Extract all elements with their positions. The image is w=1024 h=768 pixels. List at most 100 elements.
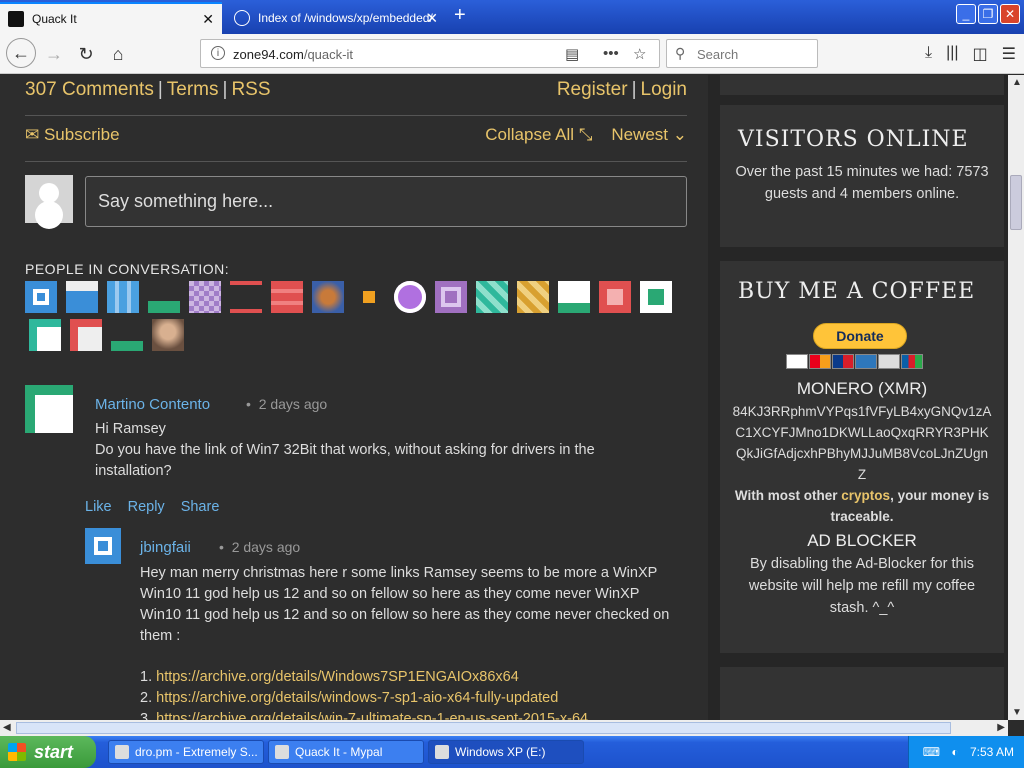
clock[interactable]: 7:53 AM: [970, 745, 1014, 759]
person-avatar[interactable]: [640, 281, 672, 313]
page-actions-icon[interactable]: •••: [603, 45, 619, 62]
comment-line: Do you have the link of Win7 32Bit that …: [95, 442, 595, 479]
horizontal-scrollbar[interactable]: ◀ ▶: [0, 720, 1008, 736]
archive-link[interactable]: https://archive.org/details/win-7-ultima…: [156, 711, 588, 720]
volume-icon[interactable]: ◐: [951, 745, 958, 759]
monero-address[interactable]: 84KJ3RRphmVYPqs1fVFyLB4xyGNQv1zAC1XCYFJM…: [732, 401, 992, 485]
register-link[interactable]: Register: [557, 79, 628, 100]
comment-placeholder: Say something here...: [98, 191, 274, 211]
close-window-icon[interactable]: ✕: [1000, 4, 1020, 24]
person-avatar[interactable]: [107, 281, 139, 313]
taskbar-item[interactable]: dro.pm - Extremely S...: [108, 740, 264, 764]
download-icon[interactable]: ⤓: [925, 44, 932, 64]
reply-button[interactable]: Reply: [128, 499, 165, 515]
person-avatar[interactable]: [394, 281, 426, 313]
scroll-thumb[interactable]: [16, 722, 951, 734]
new-tab-icon[interactable]: +: [454, 4, 466, 27]
minimize-icon[interactable]: _: [956, 4, 976, 24]
person-avatar[interactable]: [66, 281, 98, 313]
subscribe-button[interactable]: ✉ Subscribe: [25, 125, 120, 145]
person-avatar[interactable]: [353, 281, 385, 313]
person-avatar[interactable]: [271, 281, 303, 313]
search-placeholder: Search: [697, 47, 739, 62]
taskbar-item[interactable]: Quack It - Mypal: [268, 740, 424, 764]
collapse-all-button[interactable]: Collapse All ⤡: [485, 125, 592, 144]
person-avatar[interactable]: [476, 281, 508, 313]
like-button[interactable]: Like: [85, 499, 112, 515]
link-item: 1. https://archive.org/details/Windows7S…: [140, 667, 700, 688]
jcb-icon: [901, 354, 923, 369]
person-avatar[interactable]: [517, 281, 549, 313]
keyboard-icon[interactable]: ⌨: [923, 745, 940, 759]
person-avatar[interactable]: [435, 281, 467, 313]
url-bar[interactable]: i zone94.com/quack-it ▤ ••• ☆: [200, 39, 660, 68]
person-avatar[interactable]: [111, 319, 143, 351]
comment-time[interactable]: • 2 days ago: [246, 396, 327, 412]
person-avatar[interactable]: [599, 281, 631, 313]
close-tab-icon[interactable]: ✕: [426, 10, 438, 27]
login-link[interactable]: Login: [641, 79, 688, 100]
cryptos-link[interactable]: cryptos: [841, 488, 890, 503]
comment-author[interactable]: Martino Contento: [95, 396, 210, 413]
close-tab-icon[interactable]: ✕: [202, 11, 214, 28]
home-icon[interactable]: ⌂: [106, 42, 130, 66]
sort-dropdown[interactable]: Newest ⌄: [611, 125, 687, 144]
user-avatar: [25, 175, 73, 223]
tab-title: Index of /windows/xp/embedded/: [258, 11, 433, 25]
forward-icon[interactable]: →: [42, 42, 66, 66]
adblock-title: AD BLOCKER: [807, 531, 917, 550]
sort-label: Newest: [611, 125, 669, 144]
archive-link[interactable]: https://archive.org/details/windows-7-sp…: [156, 690, 558, 706]
sidebar-icon[interactable]: ◫: [973, 44, 988, 64]
reload-icon[interactable]: ↻: [74, 42, 98, 66]
donate-button[interactable]: Donate: [813, 323, 907, 349]
person-avatar[interactable]: [70, 319, 102, 351]
library-icon[interactable]: |||: [946, 44, 958, 64]
reader-view-icon[interactable]: ▤: [565, 45, 579, 63]
url-host: zone94.com: [233, 47, 304, 62]
monero-title: MONERO (XMR): [796, 379, 928, 398]
person-avatar[interactable]: [189, 281, 221, 313]
taskbar-item[interactable]: Windows XP (E:): [428, 740, 584, 764]
person-avatar[interactable]: [25, 281, 57, 313]
quack-favicon-icon: [8, 11, 24, 27]
comment-time-text: 2 days ago: [258, 396, 328, 412]
comment-input[interactable]: Say something here...: [85, 176, 687, 227]
divider: [25, 161, 687, 162]
share-button[interactable]: Share: [181, 499, 220, 515]
tab-quack-it[interactable]: Quack It ✕: [0, 2, 222, 34]
comment-time-text: 2 days ago: [231, 539, 301, 555]
person-avatar[interactable]: [312, 281, 344, 313]
tab-index[interactable]: Index of /windows/xp/embedded/ ✕: [226, 2, 446, 34]
search-icon: ⚲: [675, 45, 686, 61]
comment-author-avatar[interactable]: [25, 385, 73, 433]
person-avatar[interactable]: [152, 319, 184, 351]
vertical-scrollbar[interactable]: ▲ ▼: [1008, 75, 1024, 720]
back-icon[interactable]: ←: [6, 38, 36, 68]
comment-author[interactable]: jbingfaii: [140, 539, 191, 556]
rss-link[interactable]: RSS: [231, 79, 270, 100]
scroll-thumb[interactable]: [1010, 175, 1022, 230]
comment-body: Hey man merry christmas here r some link…: [140, 565, 670, 644]
person-avatar[interactable]: [230, 281, 262, 313]
search-input[interactable]: ⚲ Search: [666, 39, 818, 68]
comment-time[interactable]: • 2 days ago: [219, 539, 300, 555]
menu-icon[interactable]: ☰: [1002, 44, 1016, 64]
person-avatar[interactable]: [29, 319, 61, 351]
comment-author-avatar[interactable]: [85, 528, 121, 564]
person-avatar[interactable]: [558, 281, 590, 313]
archive-link[interactable]: https://archive.org/details/Windows7SP1E…: [156, 669, 519, 685]
subscribe-label: Subscribe: [43, 125, 120, 144]
person-avatar[interactable]: [148, 281, 180, 313]
monero-note: With most other cryptos, your money is t…: [732, 485, 992, 527]
start-button[interactable]: start: [0, 736, 96, 768]
nav-bar: ← → ↻ ⌂ i zone94.com/quack-it ▤ ••• ☆ ⚲ …: [0, 34, 1024, 74]
visa-icon: [786, 354, 808, 369]
bookmark-star-icon[interactable]: ☆: [633, 45, 646, 63]
terms-link[interactable]: Terms: [167, 79, 219, 100]
comments-count[interactable]: 307 Comments: [25, 79, 154, 100]
comment-line: Hi Ramsey: [95, 421, 166, 437]
chevron-down-icon: ⌄: [672, 125, 687, 144]
restore-icon[interactable]: ❐: [978, 4, 998, 24]
info-icon[interactable]: i: [211, 46, 225, 60]
